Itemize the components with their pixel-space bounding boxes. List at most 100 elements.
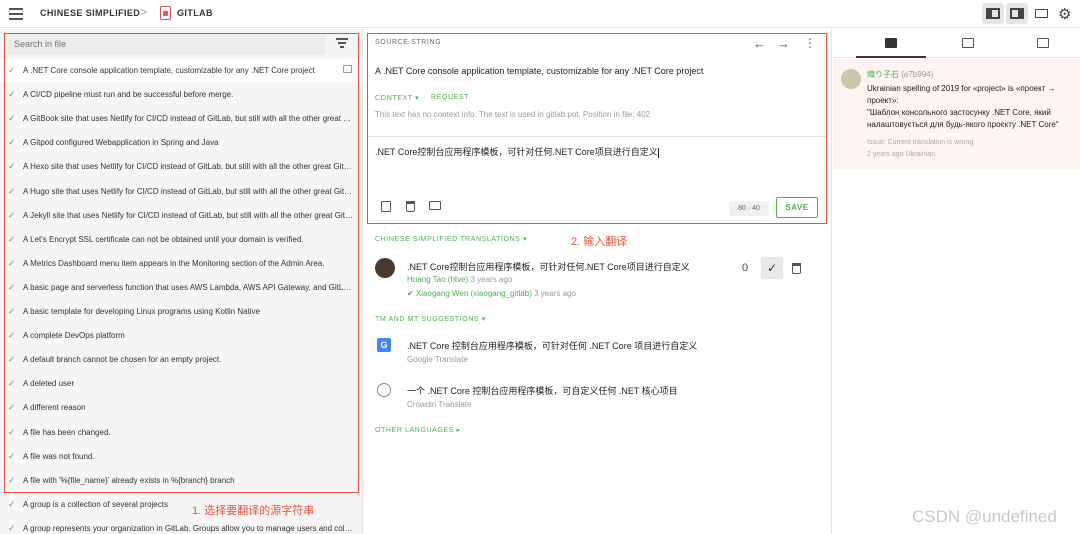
clear-icon[interactable] [406, 201, 415, 212]
list-item[interactable]: ✓ A Metrics Dashboard menu item appears i… [0, 252, 362, 276]
annotation-enter-translation: 2. 输入翻译 [571, 236, 628, 248]
stack-icon [1037, 38, 1049, 48]
translations-label: CHINESE SIMPLIFIED TRANSLATIONS [375, 236, 521, 243]
list-item-text: A Metrics Dashboard menu item appears in… [23, 258, 325, 268]
previous-arrow-icon[interactable]: ← [753, 36, 766, 51]
menu-icon[interactable] [9, 8, 23, 20]
issue-type: Issue: Current translation is wrong [867, 139, 974, 146]
divider [367, 136, 827, 137]
check-icon: ✓ [8, 354, 16, 365]
list-item[interactable]: ✓ A basic template for developing Linux p… [0, 300, 362, 324]
context-toggle[interactable]: CONTEXT ▾ [375, 94, 419, 102]
list-item[interactable]: ✓ A complete DevOps platform [0, 324, 362, 348]
list-item-text: A file with '%{file_name}' already exist… [23, 475, 235, 485]
delete-icon[interactable] [792, 263, 801, 274]
check-icon: ✓ [8, 426, 16, 437]
breadcrumb-file[interactable]: GITLAB [177, 8, 213, 18]
avatar [841, 69, 861, 89]
list-item[interactable]: ✓ A Gitpod configured Webapplication in S… [0, 131, 362, 155]
layout-right-button[interactable] [1006, 3, 1028, 24]
list-item-text: A file has been changed. [23, 427, 111, 437]
layout-right-icon [1010, 8, 1024, 19]
book-icon [962, 38, 974, 48]
list-item[interactable]: ✓ A CI/CD pipeline must run and be succes… [0, 83, 362, 107]
check-icon: ✓ [8, 402, 16, 413]
translation-text: .NET Core控制台应用程序模板，可针对任何.NET Core项目进行自定义 [407, 262, 690, 272]
string-list-panel: ✓ A .NET Core console application templat… [0, 29, 362, 534]
list-item[interactable]: ✓ A GitBook site that uses Netlify for CI… [0, 107, 362, 131]
list-item-text: A Gitpod configured Webapplication in Sp… [23, 138, 219, 148]
search-box[interactable] [8, 33, 326, 55]
comment-author-hash: (e7b994) [901, 70, 934, 79]
list-item[interactable]: ✓ A file was not found. [0, 445, 362, 469]
comment-meta: Issue: Current translation is wrong 2 ye… [867, 137, 973, 161]
watermark: CSDN @undefined [912, 507, 1057, 526]
list-item[interactable]: ✓ A Hexo site that uses Netlify for CI/CD… [0, 155, 362, 179]
annotation-select-string: 1. 选择要翻译的源字符串 [192, 505, 315, 517]
top-bar: CHINESE SIMPLIFIED > GITLAB ⚙ [0, 0, 1080, 28]
comment-text: Ukrainian spelling of 2019 for «project»… [867, 83, 1077, 131]
crowdin-icon [377, 383, 391, 397]
translation-author: Huang Tao (htve) 3 years ago [407, 275, 512, 284]
next-arrow-icon[interactable]: → [777, 36, 790, 51]
list-item[interactable]: ✓ A file has been changed. [0, 421, 362, 445]
breadcrumb-separator: > [140, 5, 148, 19]
list-item[interactable]: ✓ A default branch cannot be chosen for a… [0, 348, 362, 372]
list-item-text: A GitBook site that uses Netlify for CI/… [23, 114, 353, 124]
list-item[interactable]: ✓ A Hugo site that uses Netlify for CI/CD… [0, 180, 362, 204]
list-item[interactable]: ✓ A Jekyll site that uses Netlify for CI/… [0, 204, 362, 228]
comment-icon[interactable] [343, 65, 352, 73]
breadcrumb-project[interactable]: CHINESE SIMPLIFIED [40, 8, 140, 18]
check-icon: ✓ [766, 261, 778, 275]
suggestions-toggle[interactable]: TM AND MT SUGGESTIONS ▾ [375, 315, 486, 323]
other-languages-toggle[interactable]: OTHER LANGUAGES ▸ [375, 426, 461, 434]
layout-left-button[interactable] [982, 3, 1004, 24]
list-item-text: A deleted user [23, 379, 75, 389]
check-icon: ✓ [8, 89, 16, 100]
suggestion-source: Google Translate [407, 355, 468, 364]
vote-count: 0 [742, 262, 749, 274]
more-options-icon[interactable]: ⋮ [804, 36, 816, 50]
machine-translate-icon[interactable] [429, 201, 441, 210]
source-string-text: A .NET Core console application template… [375, 66, 704, 76]
suggestion-text[interactable]: 一个 .NET Core 控制台应用程序模板，可自定义任何 .NET 核心项目 [407, 384, 678, 397]
save-button[interactable]: SAVE [776, 197, 818, 218]
tab-history[interactable] [1008, 29, 1078, 58]
approver-name[interactable]: Xiaogang Wen (xiaogang_gitlab) [416, 289, 532, 298]
tab-comments[interactable] [856, 29, 926, 58]
keyboard-icon[interactable] [1035, 9, 1048, 18]
check-icon: ✓ [8, 137, 16, 148]
translation-input-text: .NET Core控制台应用程序模板，可针对任何.NET Core项目进行自定义 [375, 147, 658, 157]
check-icon: ✓ [8, 378, 16, 389]
copy-source-icon[interactable] [381, 201, 391, 212]
filter-icon[interactable] [336, 38, 348, 48]
list-item[interactable]: ✓ A Let's Encrypt SSL certificate can not… [0, 228, 362, 252]
context-label: CONTEXT [375, 95, 413, 102]
approve-button[interactable]: ✓ [761, 257, 783, 279]
tab-glossary[interactable] [933, 29, 1003, 58]
comment-time: 2 years ago Ukrainian [867, 151, 936, 158]
translation-input[interactable]: .NET Core控制台应用程序模板，可针对任何.NET Core项目进行自定义 [375, 145, 659, 158]
list-item[interactable]: ✓ A .NET Core console application templat… [0, 59, 362, 83]
list-item[interactable]: ✓ A group represents your organization in… [0, 517, 362, 534]
list-item[interactable]: ✓ A file with '%{file_name}' already exis… [0, 469, 362, 493]
list-item-text: A file was not found. [23, 451, 95, 461]
source-string-label: SOURCE STRING [375, 39, 442, 46]
list-item-text: A basic page and serverless function tha… [23, 282, 353, 292]
list-item[interactable]: ✓ A deleted user [0, 372, 362, 396]
request-button[interactable]: REQUEST [431, 94, 469, 101]
translations-toggle[interactable]: CHINESE SIMPLIFIED TRANSLATIONS ▾ [375, 235, 527, 243]
approver-time: 3 years ago [534, 289, 576, 298]
list-item-text: A group represents your organization in … [23, 523, 353, 533]
suggestion-text[interactable]: .NET Core 控制台应用程序模板，可针对任何 .NET Core 项目进行… [407, 339, 697, 352]
check-icon: ✓ [8, 113, 16, 124]
list-item-text: A Jekyll site that uses Netlify for CI/C… [23, 210, 353, 220]
list-item[interactable]: ✓ A different reason [0, 396, 362, 420]
search-input[interactable] [8, 33, 326, 55]
author-name[interactable]: Huang Tao (htve) [407, 275, 468, 284]
check-icon: ✓ [8, 257, 16, 268]
gear-icon[interactable]: ⚙ [1058, 5, 1071, 23]
check-icon: ✓ [8, 185, 16, 196]
comment-author-name[interactable]: 織り子石 [867, 70, 899, 79]
list-item[interactable]: ✓ A basic page and serverless function th… [0, 276, 362, 300]
